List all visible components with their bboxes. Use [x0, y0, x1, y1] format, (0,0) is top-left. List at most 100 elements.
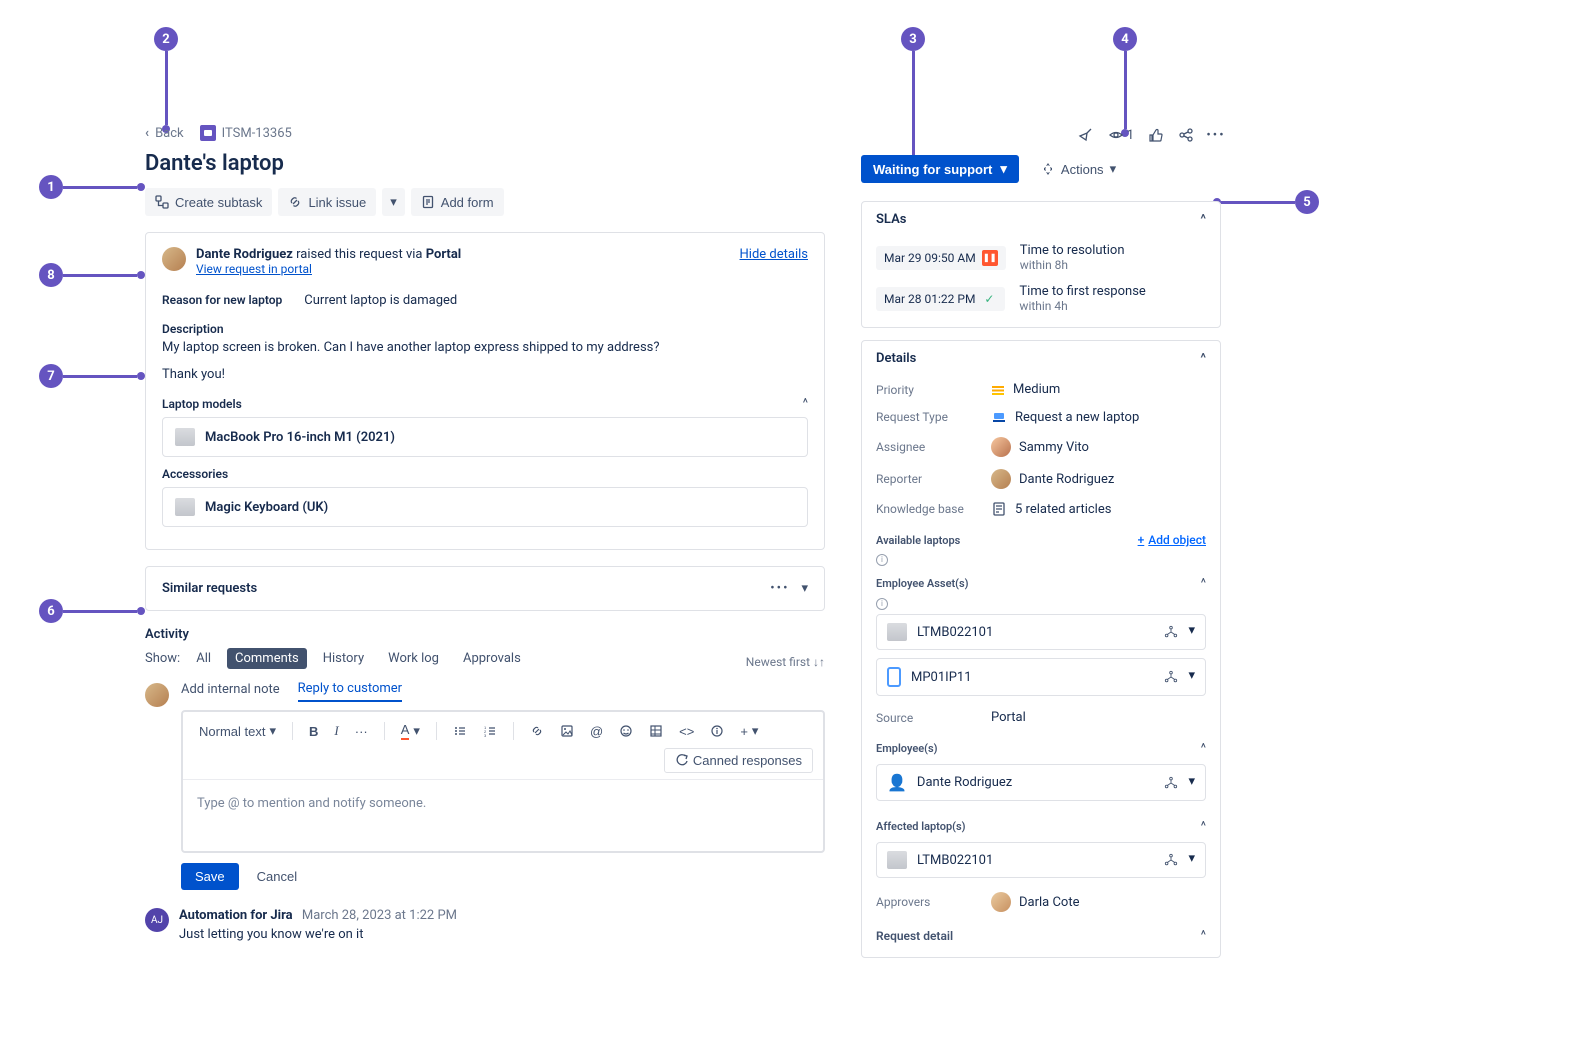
chevron-up-icon[interactable]: ^	[1201, 741, 1206, 756]
similar-requests-title: Similar requests	[162, 581, 257, 596]
more-icon[interactable]: •••	[770, 581, 789, 596]
sort-button[interactable]: Newest first ↓↑	[746, 655, 825, 669]
like-icon[interactable]	[1148, 127, 1164, 143]
chevron-down-icon[interactable]: ▾	[1188, 668, 1195, 686]
details-title: Details	[876, 351, 916, 366]
schema-icon[interactable]	[1162, 851, 1180, 869]
more-format-button[interactable]: ···	[349, 720, 374, 743]
phone-icon	[887, 667, 901, 687]
assignee-field[interactable]: Assignee Sammy Vito	[862, 431, 1220, 463]
request-type-field[interactable]: Request Type Request a new laptop	[862, 403, 1220, 431]
issue-key[interactable]: ITSM-13365	[222, 126, 292, 141]
laptop-request-icon	[991, 409, 1007, 425]
reply-to-customer-tab[interactable]: Reply to customer	[298, 681, 402, 702]
callout-badge-4: 4	[1113, 27, 1137, 51]
reporter-field[interactable]: Reporter Dante Rodriguez	[862, 463, 1220, 495]
tab-all[interactable]: All	[188, 648, 219, 669]
schema-icon[interactable]	[1162, 623, 1180, 641]
automation-avatar: AJ	[145, 908, 169, 932]
header-actions: 1 •••	[1078, 127, 1224, 143]
callout-badge-3: 3	[901, 27, 925, 51]
link-icon	[288, 195, 302, 209]
hide-details-link[interactable]: Hide details	[740, 247, 808, 262]
watch-button[interactable]: 1	[1108, 127, 1134, 143]
chevron-up-icon[interactable]: ^	[1201, 819, 1206, 834]
chevron-up-icon[interactable]: ^	[1201, 928, 1206, 943]
italic-button[interactable]: I	[328, 719, 344, 743]
chevron-up-icon[interactable]: ^	[803, 396, 808, 411]
bold-button[interactable]: B	[303, 720, 324, 743]
employee-card[interactable]: 👤Dante Rodriguez ▾	[876, 764, 1206, 801]
canned-responses-button[interactable]: Canned responses	[664, 748, 813, 773]
tab-history[interactable]: History	[315, 648, 372, 669]
chevron-left-icon[interactable]: ‹	[145, 126, 149, 141]
form-icon	[421, 195, 435, 209]
ordered-list-button[interactable]: 123	[477, 720, 503, 742]
priority-field[interactable]: Priority Medium	[862, 376, 1220, 403]
link-button[interactable]	[524, 720, 550, 742]
tab-approvals[interactable]: Approvals	[455, 648, 529, 669]
pause-icon: ❚❚	[982, 250, 998, 266]
actions-dropdown[interactable]: Actions ▾	[1039, 155, 1118, 183]
laptop-model-card[interactable]: MacBook Pro 16-inch M1 (2021) ▾	[162, 417, 808, 457]
sla-title: Time to resolution	[1020, 243, 1125, 258]
status-dropdown[interactable]: Waiting for support ▾	[861, 155, 1019, 183]
add-object-link[interactable]: +Add object	[1138, 533, 1206, 547]
tab-worklog[interactable]: Work log	[380, 648, 447, 669]
bullet-list-button[interactable]	[447, 720, 473, 742]
avatar	[991, 437, 1011, 457]
employees-label: Employee(s)	[876, 742, 938, 755]
add-more-button[interactable]: + ▾	[734, 719, 764, 743]
knowledge-base-field[interactable]: Knowledge base 5 related articles	[862, 495, 1220, 523]
schema-icon[interactable]	[1162, 774, 1180, 792]
request-reporter: Dante Rodriguez	[196, 247, 293, 262]
table-button[interactable]	[643, 720, 669, 742]
chevron-up-icon[interactable]: ^	[1200, 351, 1206, 366]
emoji-button[interactable]	[613, 720, 639, 742]
asset-card[interactable]: LTMB022101 ▾	[876, 842, 1206, 878]
info-icon[interactable]: i	[876, 598, 888, 610]
mention-button[interactable]: @	[584, 720, 609, 743]
info-icon[interactable]: i	[876, 554, 888, 566]
request-detail-label: Request detail	[876, 929, 953, 943]
more-icon[interactable]: •••	[1208, 127, 1224, 143]
view-in-portal-link[interactable]: View request in portal	[196, 262, 312, 276]
employee-assets-label: Employee Asset(s)	[876, 577, 969, 590]
slas-panel: SLAs ^ Mar 29 09:50 AM ❚❚ Time to resolu…	[861, 201, 1221, 328]
link-issue-button[interactable]: Link issue	[278, 188, 376, 216]
asset-card[interactable]: LTMB022101 ▾	[876, 614, 1206, 650]
activity-title: Activity	[145, 627, 825, 642]
comment-textarea[interactable]: Type @ to mention and notify someone.	[183, 780, 823, 851]
tab-comments[interactable]: Comments	[227, 648, 307, 669]
back-link[interactable]: Back	[155, 126, 184, 141]
chevron-up-icon[interactable]: ^	[1200, 212, 1206, 227]
description-label: Description	[162, 322, 808, 336]
text-style-dropdown[interactable]: Normal text ▾	[193, 719, 282, 743]
add-form-button[interactable]: Add form	[411, 188, 504, 216]
reason-label: Reason for new laptop	[162, 293, 282, 308]
chevron-down-icon: ▾	[752, 723, 759, 739]
breadcrumb: ‹ Back ITSM-13365	[145, 125, 825, 141]
asset-card[interactable]: MP01IP11 ▾	[876, 658, 1206, 696]
link-issue-dropdown[interactable]: ▾	[382, 188, 405, 216]
schema-icon[interactable]	[1162, 668, 1180, 686]
info-button[interactable]	[704, 720, 730, 742]
cancel-button[interactable]: Cancel	[247, 863, 307, 890]
feedback-icon[interactable]	[1078, 127, 1094, 143]
chevron-down-icon[interactable]: ▾	[801, 581, 808, 596]
create-subtask-button[interactable]: Create subtask	[145, 188, 272, 216]
chevron-down-icon[interactable]: ▾	[1188, 774, 1195, 792]
share-icon[interactable]	[1178, 127, 1194, 143]
add-internal-note-tab[interactable]: Add internal note	[181, 682, 280, 701]
accessory-card[interactable]: Magic Keyboard (UK) ▾	[162, 487, 808, 527]
save-button[interactable]: Save	[181, 863, 239, 890]
code-button[interactable]: <>	[673, 720, 700, 743]
approvers-field[interactable]: Approvers Darla Cote	[862, 886, 1220, 918]
callout-badge-8: 8	[39, 263, 63, 287]
chevron-down-icon[interactable]: ▾	[1188, 623, 1195, 641]
sla-title: Time to first response	[1019, 284, 1145, 299]
image-button[interactable]	[554, 720, 580, 742]
text-color-button[interactable]: A ▾	[395, 718, 426, 744]
chevron-down-icon[interactable]: ▾	[1188, 851, 1195, 869]
chevron-up-icon[interactable]: ^	[1201, 576, 1206, 591]
